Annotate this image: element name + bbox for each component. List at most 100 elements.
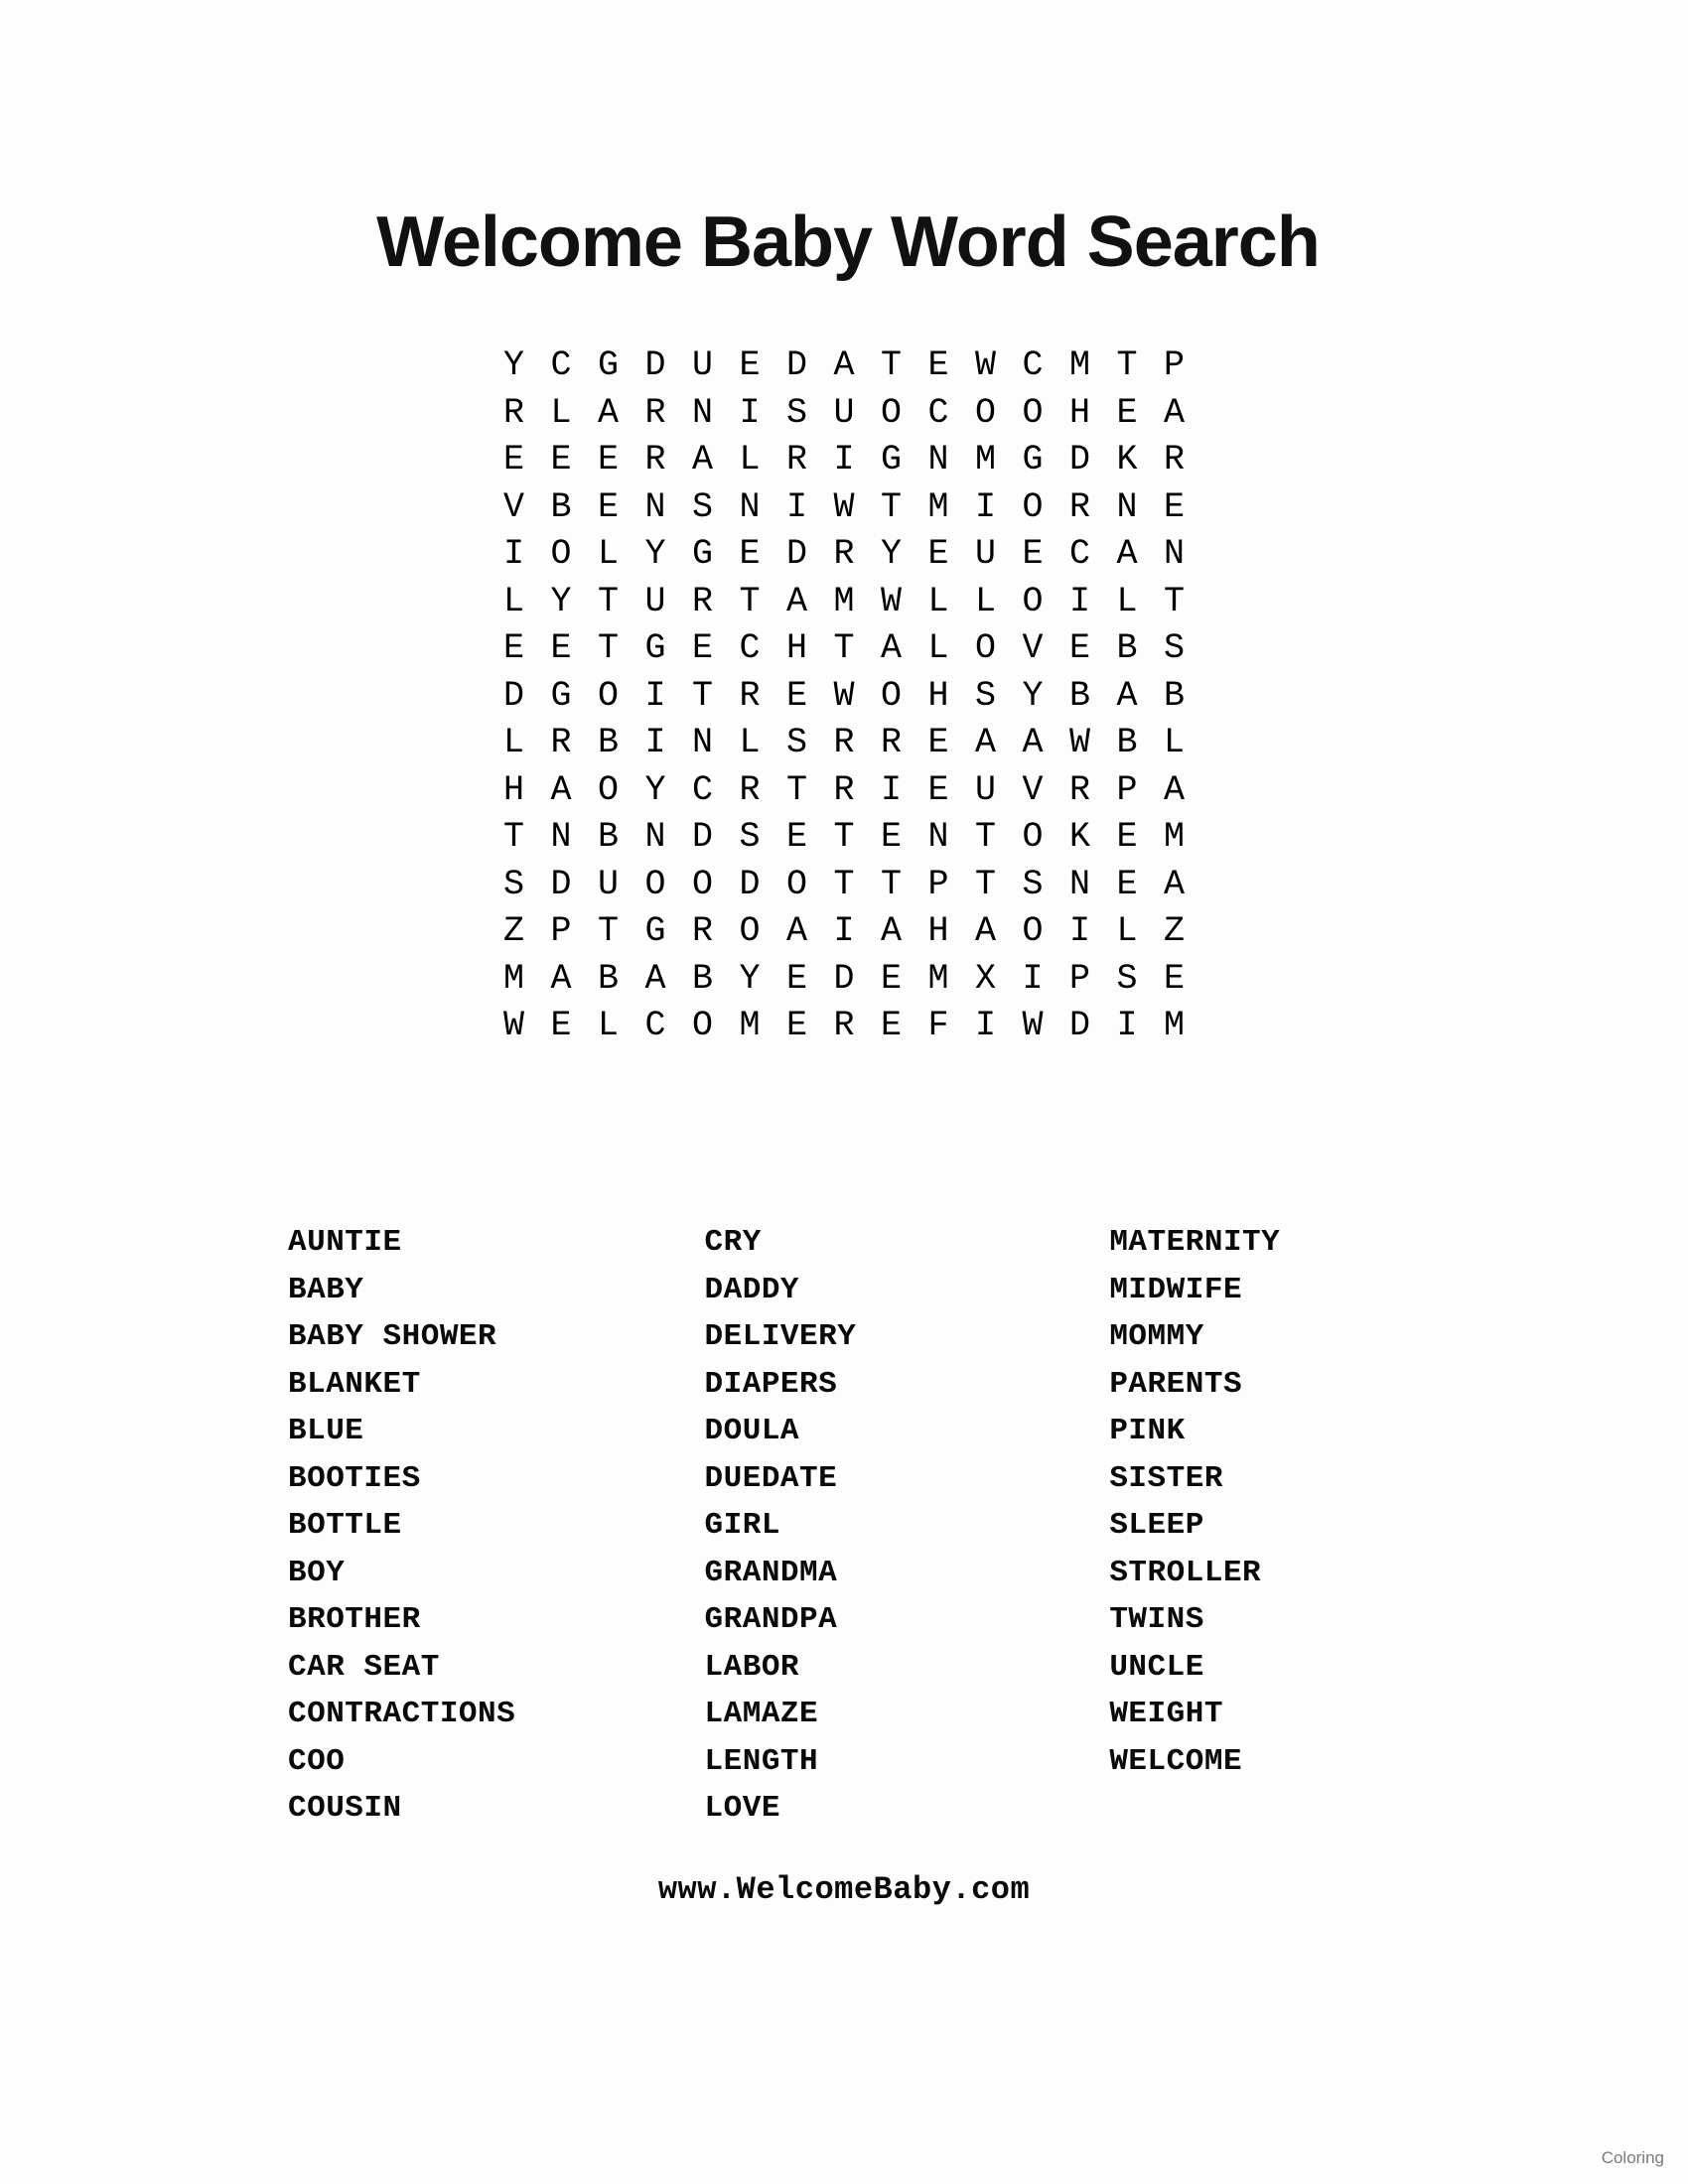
grid-cell[interactable]: T: [1103, 348, 1151, 383]
grid-cell[interactable]: O: [1009, 395, 1056, 431]
grid-cell[interactable]: O: [679, 1009, 727, 1043]
grid-cell[interactable]: A: [585, 395, 633, 431]
grid-cell[interactable]: L: [491, 584, 538, 619]
grid-cell[interactable]: I: [632, 678, 679, 714]
grid-cell[interactable]: E: [774, 678, 821, 714]
grid-cell[interactable]: N: [726, 489, 774, 525]
grid-cell[interactable]: L: [491, 726, 538, 760]
word-list-item[interactable]: DIAPERS: [705, 1361, 1110, 1409]
grid-cell[interactable]: S: [1009, 867, 1056, 902]
grid-cell[interactable]: R: [820, 1009, 868, 1043]
grid-cell[interactable]: I: [1103, 1009, 1151, 1043]
word-list-item[interactable]: GRANDMA: [705, 1550, 1110, 1597]
grid-cell[interactable]: N: [914, 820, 962, 855]
grid-cell[interactable]: C: [1056, 537, 1104, 572]
grid-cell[interactable]: W: [491, 1009, 538, 1043]
grid-cell[interactable]: A: [868, 914, 915, 949]
grid-cell[interactable]: H: [1056, 395, 1104, 431]
grid-cell[interactable]: B: [585, 726, 633, 760]
word-list-item[interactable]: GIRL: [705, 1502, 1110, 1550]
word-list-item[interactable]: DOULA: [705, 1408, 1110, 1455]
grid-cell[interactable]: I: [632, 726, 679, 760]
grid-cell[interactable]: A: [537, 772, 585, 808]
word-list-item[interactable]: LENGTH: [705, 1738, 1110, 1786]
grid-cell[interactable]: E: [914, 726, 962, 760]
grid-cell[interactable]: B: [585, 961, 633, 997]
grid-cell[interactable]: R: [1151, 443, 1198, 478]
word-list-item[interactable]: MOMMY: [1109, 1313, 1400, 1361]
grid-cell[interactable]: E: [914, 537, 962, 572]
grid-cell[interactable]: R: [1056, 489, 1104, 525]
grid-cell[interactable]: G: [632, 914, 679, 949]
grid-cell[interactable]: A: [1151, 772, 1198, 808]
grid-cell[interactable]: E: [774, 961, 821, 997]
grid-cell[interactable]: H: [491, 772, 538, 808]
grid-cell[interactable]: R: [820, 726, 868, 760]
grid-cell[interactable]: E: [726, 348, 774, 383]
grid-cell[interactable]: O: [1009, 820, 1056, 855]
grid-cell[interactable]: P: [537, 914, 585, 949]
grid-cell[interactable]: Y: [537, 584, 585, 619]
grid-cell[interactable]: C: [537, 348, 585, 383]
word-list-item[interactable]: COO: [288, 1738, 705, 1786]
grid-cell[interactable]: R: [491, 395, 538, 431]
grid-cell[interactable]: M: [820, 584, 868, 619]
word-list-item[interactable]: BOTTLE: [288, 1502, 705, 1550]
grid-cell[interactable]: T: [820, 867, 868, 902]
word-list-item[interactable]: LOVE: [705, 1785, 1110, 1833]
grid-cell[interactable]: E: [1103, 820, 1151, 855]
grid-cell[interactable]: A: [632, 961, 679, 997]
grid-cell[interactable]: S: [962, 678, 1010, 714]
grid-cell[interactable]: U: [632, 584, 679, 619]
grid-cell[interactable]: M: [726, 1009, 774, 1043]
grid-cell[interactable]: Y: [632, 537, 679, 572]
grid-cell[interactable]: W: [1056, 726, 1104, 760]
word-list-item[interactable]: DUEDATE: [705, 1455, 1110, 1503]
grid-cell[interactable]: D: [679, 820, 727, 855]
grid-cell[interactable]: A: [774, 914, 821, 949]
grid-cell[interactable]: R: [820, 537, 868, 572]
grid-cell[interactable]: G: [679, 537, 727, 572]
grid-cell[interactable]: V: [1009, 631, 1056, 666]
grid-cell[interactable]: R: [537, 726, 585, 760]
grid-cell[interactable]: V: [1009, 772, 1056, 808]
grid-cell[interactable]: A: [962, 726, 1010, 760]
grid-cell[interactable]: T: [585, 631, 633, 666]
grid-cell[interactable]: R: [774, 443, 821, 478]
grid-cell[interactable]: E: [1009, 537, 1056, 572]
grid-cell[interactable]: N: [632, 820, 679, 855]
grid-cell[interactable]: B: [1103, 726, 1151, 760]
grid-cell[interactable]: G: [585, 348, 633, 383]
grid-cell[interactable]: L: [726, 443, 774, 478]
grid-cell[interactable]: O: [537, 537, 585, 572]
grid-cell[interactable]: G: [1009, 443, 1056, 478]
word-list-item[interactable]: SISTER: [1109, 1455, 1400, 1503]
grid-cell[interactable]: R: [868, 726, 915, 760]
grid-cell[interactable]: L: [537, 395, 585, 431]
grid-cell[interactable]: T: [868, 867, 915, 902]
word-list-item[interactable]: BOY: [288, 1550, 705, 1597]
grid-cell[interactable]: L: [1151, 726, 1198, 760]
grid-cell[interactable]: C: [914, 395, 962, 431]
grid-cell[interactable]: T: [868, 489, 915, 525]
grid-cell[interactable]: S: [679, 489, 727, 525]
grid-cell[interactable]: W: [820, 678, 868, 714]
grid-cell[interactable]: E: [726, 537, 774, 572]
grid-cell[interactable]: U: [962, 537, 1010, 572]
grid-cell[interactable]: L: [1103, 914, 1151, 949]
word-list-item[interactable]: UNCLE: [1109, 1644, 1400, 1692]
grid-cell[interactable]: L: [585, 1009, 633, 1043]
grid-cell[interactable]: N: [632, 489, 679, 525]
grid-cell[interactable]: L: [726, 726, 774, 760]
grid-cell[interactable]: T: [491, 820, 538, 855]
word-list-item[interactable]: BLUE: [288, 1408, 705, 1455]
grid-cell[interactable]: E: [537, 631, 585, 666]
word-list-item[interactable]: STROLLER: [1109, 1550, 1400, 1597]
grid-cell[interactable]: I: [491, 537, 538, 572]
grid-cell[interactable]: N: [537, 820, 585, 855]
word-list-item[interactable]: AUNTIE: [288, 1219, 705, 1267]
grid-cell[interactable]: C: [726, 631, 774, 666]
grid-cell[interactable]: I: [726, 395, 774, 431]
grid-cell[interactable]: O: [726, 914, 774, 949]
grid-cell[interactable]: Z: [491, 914, 538, 949]
